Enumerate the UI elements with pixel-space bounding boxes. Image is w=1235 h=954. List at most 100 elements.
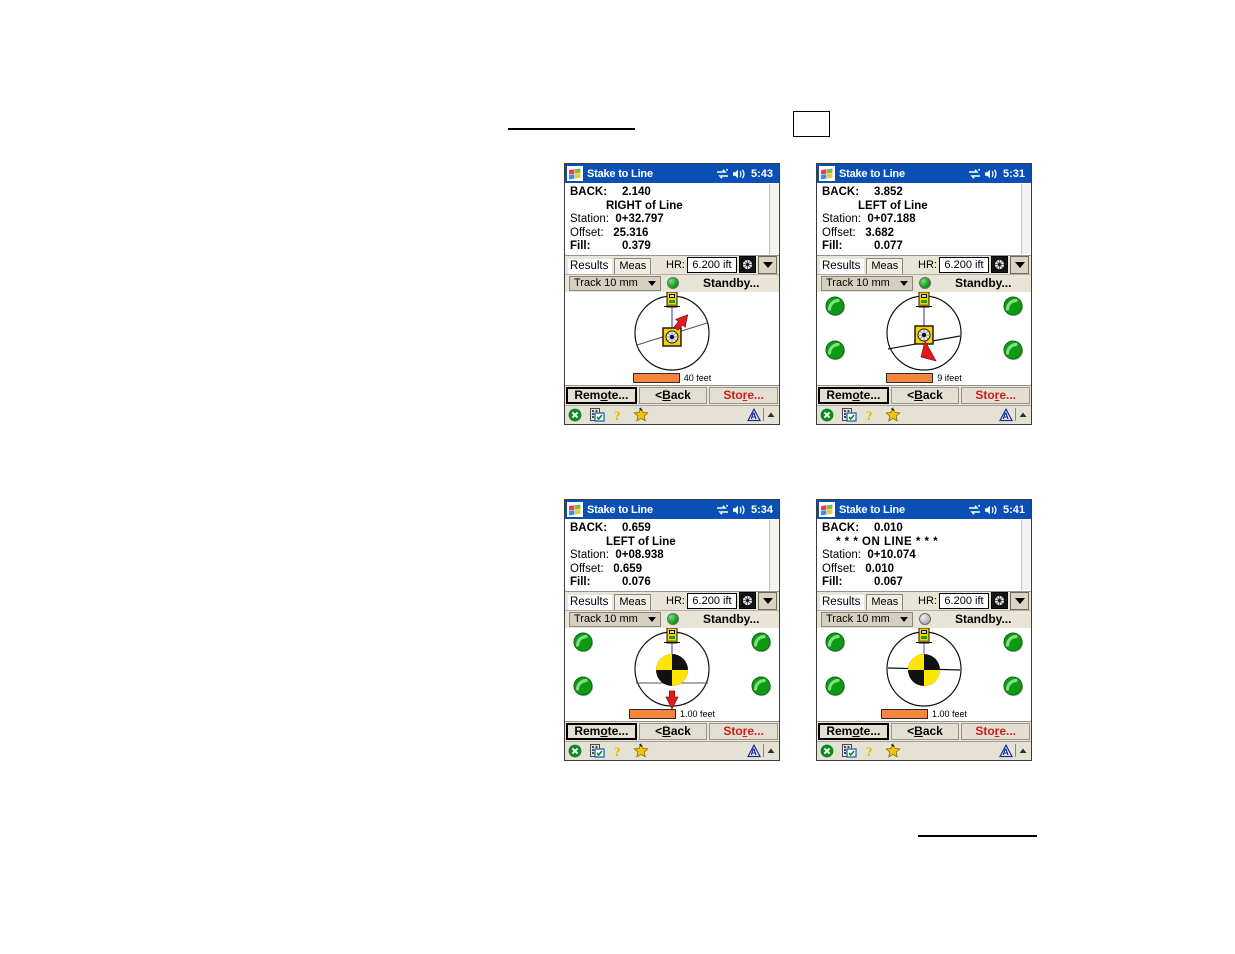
connectivity-icon[interactable] — [968, 168, 981, 180]
tab-results[interactable]: Results — [820, 258, 865, 274]
hr-input[interactable]: 6.200 ift — [687, 256, 737, 273]
favorites-star-icon[interactable] — [633, 743, 649, 758]
store-button[interactable]: Sto r e... — [709, 722, 779, 740]
favorites-star-icon[interactable] — [885, 407, 901, 422]
properties-icon[interactable] — [590, 743, 605, 758]
scale-bar-label: 9 ifeet — [937, 372, 962, 383]
readout-scrollbar[interactable] — [1021, 520, 1030, 590]
speaker-icon[interactable] — [732, 504, 746, 516]
stakeout-graphic — [565, 627, 779, 721]
tab-meas[interactable]: Meas — [866, 257, 904, 274]
hr-group: HR: 6.200 ift — [918, 255, 1031, 274]
track-mode-select[interactable]: Track 10 mm — [569, 275, 661, 291]
tab-meas[interactable]: Meas — [614, 593, 652, 610]
connectivity-icon[interactable] — [716, 168, 729, 180]
hr-group: HR: 6.200 ift — [666, 591, 779, 610]
scroll-up-icon[interactable] — [766, 409, 776, 421]
target-prism-icon[interactable] — [739, 592, 756, 609]
favorites-star-icon[interactable] — [885, 743, 901, 758]
speaker-icon[interactable] — [984, 168, 998, 180]
speaker-icon[interactable] — [984, 504, 998, 516]
hr-dropdown-button[interactable] — [758, 255, 777, 274]
tab-meas[interactable]: Meas — [614, 257, 652, 274]
store-button[interactable]: Sto r e... — [709, 386, 779, 404]
clock-time[interactable]: 5:34 — [751, 504, 773, 516]
stakeout-graphic — [817, 291, 1031, 385]
target-prism-icon[interactable] — [739, 256, 756, 273]
store-button[interactable]: Sto r e... — [961, 722, 1031, 740]
clock-time[interactable]: 5:31 — [1003, 168, 1025, 180]
indicator-lamp-green — [825, 676, 845, 696]
graphic-area: 40 feet — [565, 291, 779, 385]
track-mode-select[interactable]: Track 10 mm — [569, 611, 661, 627]
hr-dropdown-button[interactable] — [758, 591, 777, 610]
back-button[interactable]: < Back — [638, 722, 708, 740]
back-button[interactable]: < Back — [890, 386, 960, 404]
connectivity-icon[interactable] — [968, 504, 981, 516]
close-circle-icon[interactable] — [568, 744, 582, 758]
hr-dropdown-button[interactable] — [1010, 591, 1029, 610]
scroll-up-icon[interactable] — [1018, 409, 1028, 421]
tab-results[interactable]: Results — [820, 594, 865, 610]
back-button[interactable]: < Back — [890, 722, 960, 740]
hr-input[interactable]: 6.200 ift — [939, 592, 989, 609]
target-prism-icon[interactable] — [991, 256, 1008, 273]
windows-flag-icon — [567, 166, 583, 181]
store-button[interactable]: Sto r e... — [961, 386, 1031, 404]
mode-row: Track 10 mm Standby... — [565, 609, 779, 628]
tab-meas[interactable]: Meas — [866, 593, 904, 610]
readout-scrollbar[interactable] — [769, 520, 778, 590]
help-icon[interactable]: ? — [865, 744, 877, 758]
chevron-down-icon — [1014, 597, 1025, 604]
survey-app-icon[interactable]: A — [999, 743, 1013, 758]
remote-button[interactable]: Rem o te... — [566, 722, 637, 740]
svg-text:A: A — [1002, 747, 1009, 757]
chevron-down-icon — [899, 616, 908, 622]
close-circle-icon[interactable] — [568, 408, 582, 422]
favorites-star-icon[interactable] — [633, 407, 649, 422]
properties-icon[interactable] — [842, 743, 857, 758]
scroll-up-icon[interactable] — [766, 745, 776, 757]
clock-time[interactable]: 5:41 — [1003, 504, 1025, 516]
back-row: BACK: 3.852 — [822, 186, 1031, 200]
tab-results[interactable]: Results — [568, 258, 613, 274]
station-row: Station: 0+07.188 — [822, 213, 1031, 227]
target-prism-icon[interactable] — [991, 592, 1008, 609]
remote-button[interactable]: Rem o te... — [566, 386, 637, 404]
back-button[interactable]: < Back — [638, 386, 708, 404]
scroll-up-icon[interactable] — [1018, 745, 1028, 757]
survey-app-icon[interactable]: A — [747, 407, 761, 422]
button-row: Rem o te... < Back Sto r e... — [565, 384, 779, 405]
hr-input[interactable]: 6.200 ift — [687, 592, 737, 609]
results-readout: BACK: 3.852 LEFT of Line Station: 0+07.18… — [817, 183, 1031, 255]
track-mode-select[interactable]: Track 10 mm — [821, 275, 913, 291]
readout-scrollbar[interactable] — [769, 184, 778, 254]
direction-text: * * * ON LINE * * * — [836, 535, 939, 548]
hr-input[interactable]: 6.200 ift — [939, 256, 989, 273]
survey-app-icon[interactable]: A — [999, 407, 1013, 422]
help-icon[interactable]: ? — [613, 408, 625, 422]
hr-dropdown-button[interactable] — [1010, 255, 1029, 274]
tab-results[interactable]: Results — [568, 594, 613, 610]
speaker-icon[interactable] — [732, 168, 746, 180]
track-mode-select[interactable]: Track 10 mm — [821, 611, 913, 627]
back-label: BACK: — [570, 522, 608, 534]
connectivity-icon[interactable] — [716, 504, 729, 516]
properties-icon[interactable] — [590, 407, 605, 422]
window-title: Stake to Line — [587, 167, 653, 180]
close-circle-icon[interactable] — [820, 744, 834, 758]
remote-button[interactable]: Rem o te... — [818, 386, 889, 404]
help-icon[interactable]: ? — [865, 408, 877, 422]
readout-scrollbar[interactable] — [1021, 184, 1030, 254]
help-icon[interactable]: ? — [613, 744, 625, 758]
stakeout-graphic — [565, 291, 779, 385]
svg-text:?: ? — [614, 744, 621, 758]
survey-app-icon[interactable]: A — [747, 743, 761, 758]
taskbar-right-group: A — [999, 407, 1028, 422]
clock-time[interactable]: 5:43 — [751, 168, 773, 180]
remote-button[interactable]: Rem o te... — [818, 722, 889, 740]
close-circle-icon[interactable] — [820, 408, 834, 422]
indicator-lamp-green — [1003, 340, 1023, 360]
direction-text: LEFT of Line — [858, 199, 928, 212]
properties-icon[interactable] — [842, 407, 857, 422]
